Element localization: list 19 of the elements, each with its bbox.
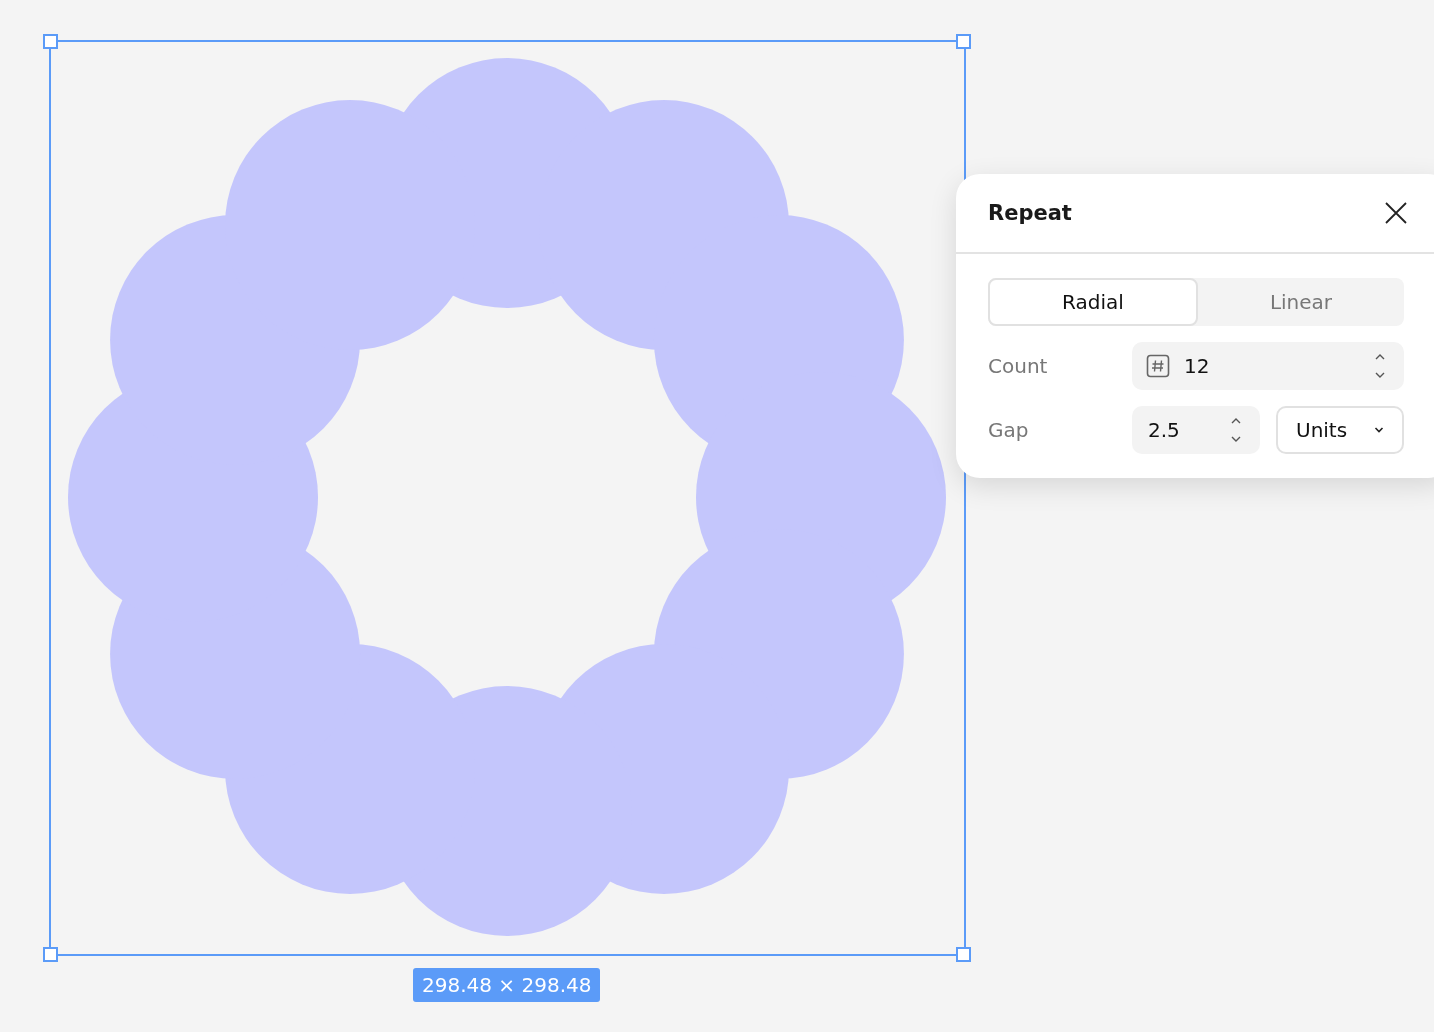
field-label: Gap [988, 418, 1030, 442]
close-icon [1384, 201, 1408, 225]
size-label: 298.48 × 298.48 [413, 968, 601, 1002]
resize-handle[interactable] [43, 947, 58, 962]
stepper-icon[interactable] [1230, 416, 1242, 444]
unit-dropdown[interactable]: Units [1276, 406, 1404, 454]
resize-handle[interactable] [43, 34, 58, 49]
field-label: Count [988, 354, 1049, 378]
mode-tab[interactable]: Linear [1198, 278, 1404, 326]
count-field[interactable]: 12 [1132, 342, 1404, 390]
hash-icon [1146, 354, 1170, 378]
close-button[interactable] [1384, 201, 1408, 225]
mode-tab[interactable]: Radial [988, 278, 1198, 326]
gap-field[interactable]: 2.5 [1132, 406, 1260, 454]
chevron-down-icon [1374, 426, 1384, 434]
resize-handle[interactable] [956, 34, 971, 49]
resize-handle[interactable] [956, 947, 971, 962]
stepper-icon[interactable] [1374, 352, 1386, 380]
panel-title: Repeat [988, 201, 1072, 225]
